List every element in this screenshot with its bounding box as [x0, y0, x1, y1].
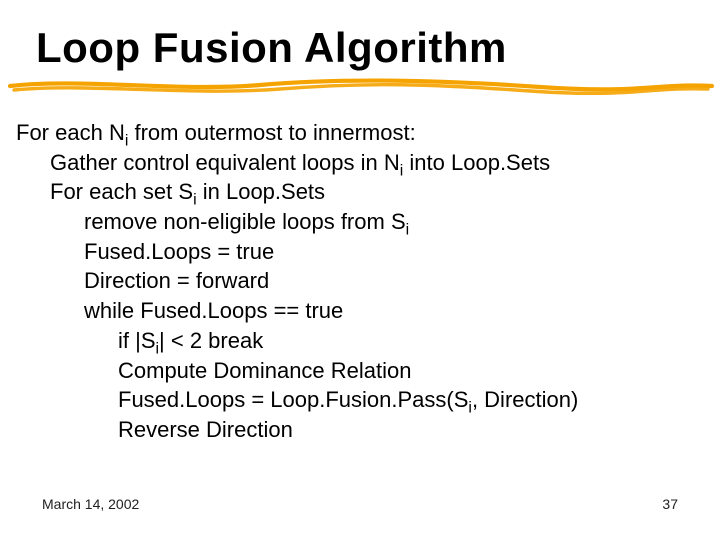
text-segment: N [109, 120, 125, 145]
underline-icon [0, 76, 720, 96]
body-line: Compute Dominance Relation [16, 356, 704, 386]
text-segment: S [454, 387, 469, 412]
body-line: remove non-eligible loops from Si [16, 207, 704, 237]
text-segment: S [178, 179, 193, 204]
body-line: Gather control equivalent loops in Ni in… [16, 148, 704, 178]
text-segment: Fused.Loops [84, 239, 211, 264]
body-line: while Fused.Loops == true [16, 296, 704, 326]
text-segment: = true [211, 239, 274, 264]
text-segment: Fused.Loops [118, 387, 245, 412]
text-segment: ( [446, 387, 453, 412]
body-line: Reverse Direction [16, 415, 704, 445]
text-segment: S [391, 209, 406, 234]
body-line: For each Ni from outermost to innermost: [16, 118, 704, 148]
text-segment: Direction = forward [84, 268, 269, 293]
text-segment: For each [16, 120, 109, 145]
body-line: if |Si| < 2 break [16, 326, 704, 356]
slide-footer: March 14, 2002 37 [42, 496, 678, 512]
text-segment: while [84, 298, 140, 323]
footer-page: 37 [662, 496, 678, 512]
title-wrap: Loop Fusion Algorithm [16, 24, 704, 72]
text-segment: Loop.Sets [451, 150, 550, 175]
footer-date: March 14, 2002 [42, 496, 139, 512]
body-line: Fused.Loops = Loop.Fusion.Pass(Si, Direc… [16, 385, 704, 415]
text-segment: if | [118, 328, 141, 353]
text-segment: S [141, 328, 156, 353]
text-segment: , Direction) [472, 387, 578, 412]
body-line: Direction = forward [16, 266, 704, 296]
text-segment: from outermost to innermost: [128, 120, 415, 145]
text-segment: N [384, 150, 400, 175]
title-underline [0, 76, 720, 96]
text-segment: Loop.Fusion.Pass [270, 387, 446, 412]
text-segment: Loop.Sets [226, 179, 325, 204]
body-line: Fused.Loops = true [16, 237, 704, 267]
text-segment: | < 2 break [159, 328, 263, 353]
text-segment: == true [267, 298, 343, 323]
text-segment: into [403, 150, 451, 175]
text-segment: Reverse Direction [118, 417, 293, 442]
text-segment: in [197, 179, 226, 204]
subscript-text: i [406, 221, 410, 238]
text-segment: Fused.Loops [140, 298, 267, 323]
text-segment: Compute Dominance Relation [118, 358, 412, 383]
body-line: For each set Si in Loop.Sets [16, 177, 704, 207]
text-segment: = [245, 387, 270, 412]
slide: Loop Fusion Algorithm For each Ni from o… [0, 0, 720, 540]
text-segment: Gather control equivalent loops in [50, 150, 384, 175]
text-segment: remove non-eligible loops from [84, 209, 391, 234]
slide-body: For each Ni from outermost to innermost:… [16, 118, 704, 445]
slide-title: Loop Fusion Algorithm [36, 24, 704, 72]
text-segment: For each set [50, 179, 178, 204]
